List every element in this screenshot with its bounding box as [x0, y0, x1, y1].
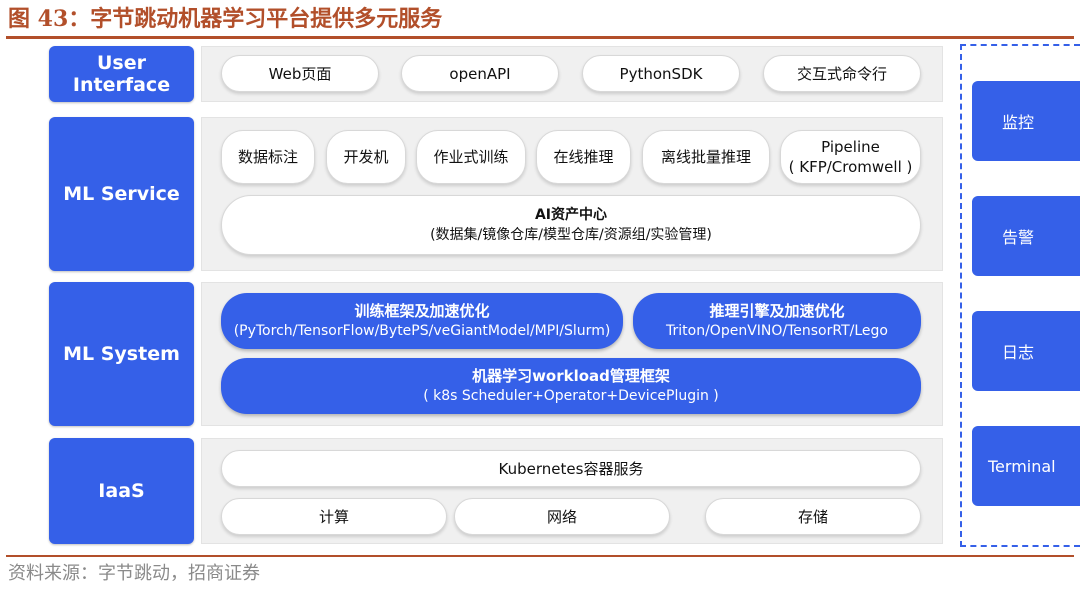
ui-item-cli: 交互式命令行	[763, 55, 921, 92]
figure-title: 图 43：字节跳动机器学习平台提供多元服务	[8, 6, 443, 32]
source-divider	[6, 555, 1074, 557]
training-framework-block: 训练框架及加速优化 (PyTorch/TensorFlow/BytePS/veG…	[221, 293, 623, 349]
layer-label-ml-service: ML Service	[49, 117, 194, 271]
iaas-item-compute: 计算	[221, 498, 447, 535]
iaas-item-storage: 存储	[705, 498, 921, 535]
inference-engine-title: 推理引擎及加速优化	[709, 302, 845, 320]
service-item-data-labeling: 数据标注	[221, 130, 315, 184]
source-note: 资料来源：字节跳动，招商证券	[8, 563, 260, 584]
ai-asset-center-subtitle: (数据集/镜像仓库/模型仓库/资源组/实验管理)	[430, 227, 712, 243]
ai-asset-center: AI资产中心 (数据集/镜像仓库/模型仓库/资源组/实验管理)	[221, 195, 921, 255]
pipeline-name: Pipeline	[821, 138, 880, 156]
title-divider	[6, 36, 1074, 39]
ui-item-python-sdk: PythonSDK	[582, 55, 740, 92]
side-item-monitoring: 监控	[972, 81, 1080, 161]
service-item-pipeline: Pipeline ( KFP/Cromwell )	[780, 130, 921, 184]
pipeline-detail: ( KFP/Cromwell )	[788, 158, 913, 176]
side-item-terminal: Terminal	[972, 426, 1080, 506]
ai-asset-center-title: AI资产中心	[534, 207, 608, 223]
layer-label-ml-system: ML System	[49, 282, 194, 426]
service-item-dev-machine: 开发机	[326, 130, 406, 184]
inference-engine-subtitle: Triton/OpenVINO/TensorRT/Lego	[666, 323, 888, 339]
training-framework-subtitle: (PyTorch/TensorFlow/BytePS/veGiantModel/…	[233, 323, 611, 339]
service-item-job-training: 作业式训练	[416, 130, 526, 184]
inference-engine-block: 推理引擎及加速优化 Triton/OpenVINO/TensorRT/Lego	[633, 293, 921, 349]
workload-management-block: 机器学习workload管理框架 ( k8s Scheduler+Operato…	[221, 358, 921, 414]
workload-management-subtitle: ( k8s Scheduler+Operator+DevicePlugin )	[423, 388, 719, 404]
service-item-offline-batch-inference: 离线批量推理	[642, 130, 770, 184]
side-item-alerting: 告警	[972, 196, 1080, 276]
ui-item-web: Web页面	[221, 55, 379, 92]
training-framework-title: 训练框架及加速优化	[354, 302, 490, 320]
iaas-item-network: 网络	[454, 498, 670, 535]
ui-item-openapi: openAPI	[401, 55, 559, 92]
layer-label-user-interface: User Interface	[49, 46, 194, 102]
service-item-online-inference: 在线推理	[536, 130, 631, 184]
layer-label-iaas: IaaS	[49, 438, 194, 544]
workload-management-title: 机器学习workload管理框架	[472, 367, 670, 385]
kubernetes-service: Kubernetes容器服务	[221, 450, 921, 487]
side-item-logging: 日志	[972, 311, 1080, 391]
